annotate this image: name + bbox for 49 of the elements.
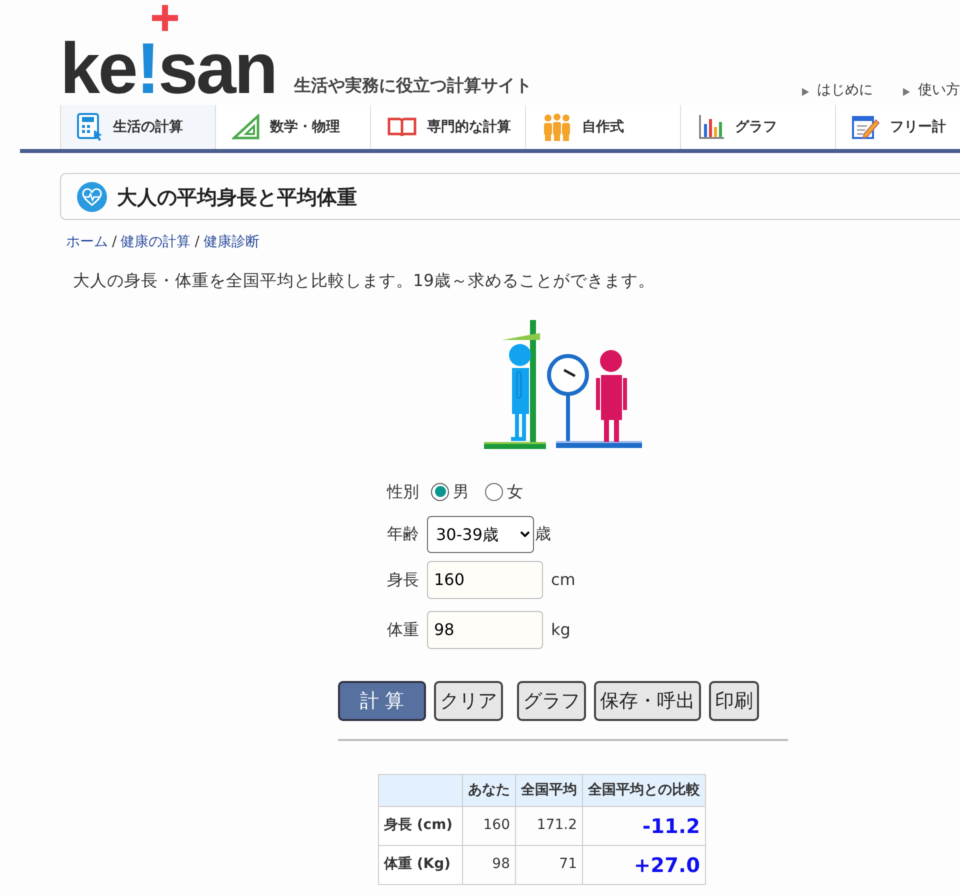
breadcrumb-separator: / <box>194 234 200 250</box>
action-button[interactable]: クリア <box>434 680 503 721</box>
notepad-pencil-icon <box>852 114 880 140</box>
table-cell: 98 <box>462 845 516 884</box>
field-label: 体重 <box>387 618 419 641</box>
page-description: 大人の身長・体重を全国平均と比較します。19歳～求めることができます。 <box>73 270 656 292</box>
row-header: 身長 (cm) <box>378 806 462 846</box>
calculator-icon <box>77 113 103 141</box>
people-icon <box>542 113 572 141</box>
plus-icon <box>152 5 178 31</box>
column-header: 全国平均 <box>516 774 582 806</box>
unit-label: cm <box>551 568 576 591</box>
table-cell: 71 <box>516 845 582 884</box>
radio-option[interactable]: 男 <box>431 480 469 504</box>
unit-label: 歳 <box>535 523 551 546</box>
breadcrumb-separator: / <box>112 234 117 250</box>
action-button[interactable]: 計 算 <box>338 680 426 721</box>
site-logo[interactable]: ke!san <box>60 33 276 105</box>
header-link[interactable]: 使い方 <box>903 80 960 101</box>
column-header: 全国平均との比較 <box>582 774 706 806</box>
table-cell: 160 <box>462 806 516 846</box>
action-button[interactable]: グラフ <box>517 680 586 721</box>
site-tagline: 生活や実務に役立つ計算サイト <box>294 74 532 98</box>
input-field[interactable]: 98 <box>427 610 543 649</box>
breadcrumb-link[interactable]: 健康の計算 <box>120 234 191 250</box>
nav-tab[interactable]: 生活の計算 <box>60 105 215 149</box>
action-button[interactable]: 保存・呼出 <box>594 680 701 721</box>
triangle-ruler-icon <box>232 114 260 140</box>
unit-label: kg <box>551 618 570 641</box>
action-button[interactable]: 印刷 <box>709 680 759 721</box>
table-cell: 171.2 <box>516 806 582 846</box>
row-header: 体重 (Kg) <box>378 845 462 884</box>
triangle-icon <box>802 88 809 96</box>
input-field[interactable]: 160 <box>427 560 543 599</box>
breadcrumb-link[interactable]: ホーム <box>66 234 108 250</box>
field-label: 年齢 <box>387 523 419 546</box>
page-title: 大人の平均身長と平均体重 <box>117 184 357 208</box>
header-link[interactable]: はじめに <box>802 80 873 101</box>
table-cell: +27.0 <box>582 845 706 884</box>
column-header: あなた <box>462 774 516 806</box>
triangle-icon <box>903 88 910 96</box>
book-icon <box>387 116 417 138</box>
field-label: 性別 <box>387 480 419 503</box>
table-cell: -11.2 <box>582 806 706 846</box>
breadcrumb-link[interactable]: 健康診断 <box>203 234 260 250</box>
bar-chart-icon <box>697 114 725 140</box>
field-label: 身長 <box>387 568 419 591</box>
age-select[interactable]: 30-39歳 <box>427 516 534 553</box>
radio-option[interactable]: 女 <box>485 480 523 504</box>
